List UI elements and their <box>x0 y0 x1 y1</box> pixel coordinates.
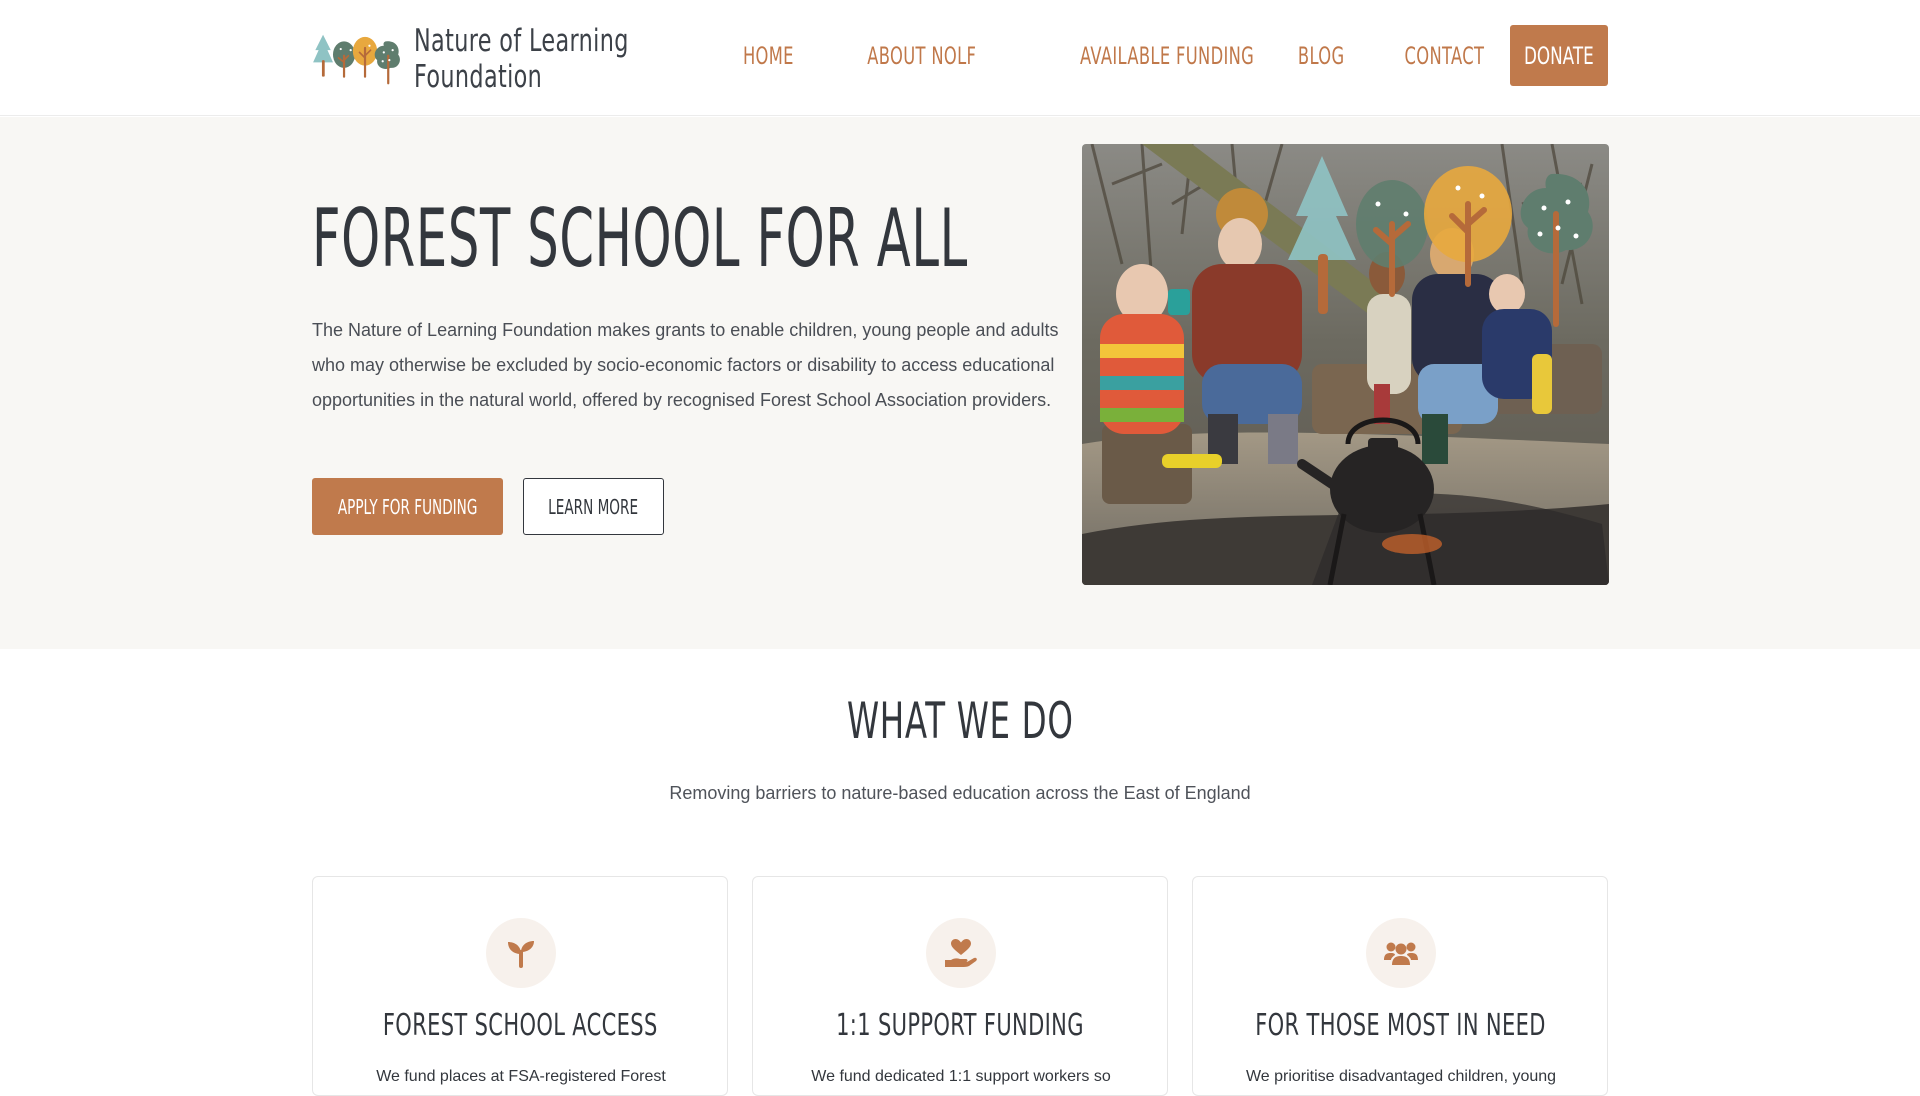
card-title: Forest School Access <box>313 1008 727 1043</box>
donate-label: Donate <box>1524 41 1594 70</box>
donate-button[interactable]: Donate <box>1510 25 1608 86</box>
nav-available-funding[interactable]: Available Funding <box>1080 42 1254 70</box>
forest-school-photo-image <box>1082 144 1609 585</box>
card-text: We fund dedicated 1:1 support workers so <box>811 1068 1111 1085</box>
nav-home[interactable]: Home <box>743 42 794 70</box>
logo-text: Nature of Learning Foundation <box>414 23 629 95</box>
hero-description: The Nature of Learning Foundation makes … <box>312 320 1059 410</box>
card-text: We fund places at FSA-registered Forest <box>376 1068 666 1085</box>
card-forest-school-access: Forest School Access We fund places at F… <box>312 876 728 1096</box>
hero-section: Forest School for All The Nature of Lear… <box>0 117 1920 649</box>
users-icon <box>1366 918 1436 988</box>
nav-contact[interactable]: Contact <box>1404 42 1484 70</box>
hand-heart-icon <box>926 918 996 988</box>
card-title: 1:1 Support Funding <box>753 1008 1167 1043</box>
learn-more-label: Learn More <box>548 494 639 519</box>
site-logo[interactable]: Nature of Learning Foundation <box>312 12 712 106</box>
nav-about-nolf[interactable]: About NOLF <box>867 42 976 70</box>
logo-line-2: Foundation <box>413 59 542 95</box>
apply-for-funding-button[interactable]: Apply for Funding <box>312 478 503 535</box>
main-nav: Home About NOLF Available Funding Blog C… <box>697 25 1608 86</box>
logo-line-1: Nature of Learning <box>413 23 629 59</box>
apply-for-funding-label: Apply for Funding <box>337 494 478 519</box>
card-support-funding: 1:1 Support Funding We fund dedicated 1:… <box>752 876 1168 1096</box>
seedling-icon <box>486 918 556 988</box>
card-text: We prioritise disadvantaged children, yo… <box>1245 1068 1557 1085</box>
what-we-do-subtitle: Removing barriers to nature-based educat… <box>669 783 1251 803</box>
hero-title: Forest School for All <box>312 192 968 285</box>
trees-logo-icon <box>313 34 400 85</box>
what-we-do-heading: What We Do <box>0 692 1920 750</box>
site-header: Nature of Learning Foundation Home About… <box>0 0 1920 116</box>
card-title-text: 1:1 Support Funding <box>836 1008 1084 1043</box>
card-most-in-need: For Those Most in Need We prioritise dis… <box>1192 876 1608 1096</box>
hero-photo <box>1082 144 1609 585</box>
learn-more-button[interactable]: Learn More <box>523 478 664 535</box>
card-title-text: For Those Most in Need <box>1255 1008 1546 1043</box>
card-title: For Those Most in Need <box>1193 1008 1607 1043</box>
what-we-do-title: What We Do <box>846 692 1074 750</box>
card-title-text: Forest School Access <box>382 1008 658 1043</box>
nav-blog[interactable]: Blog <box>1298 42 1345 70</box>
